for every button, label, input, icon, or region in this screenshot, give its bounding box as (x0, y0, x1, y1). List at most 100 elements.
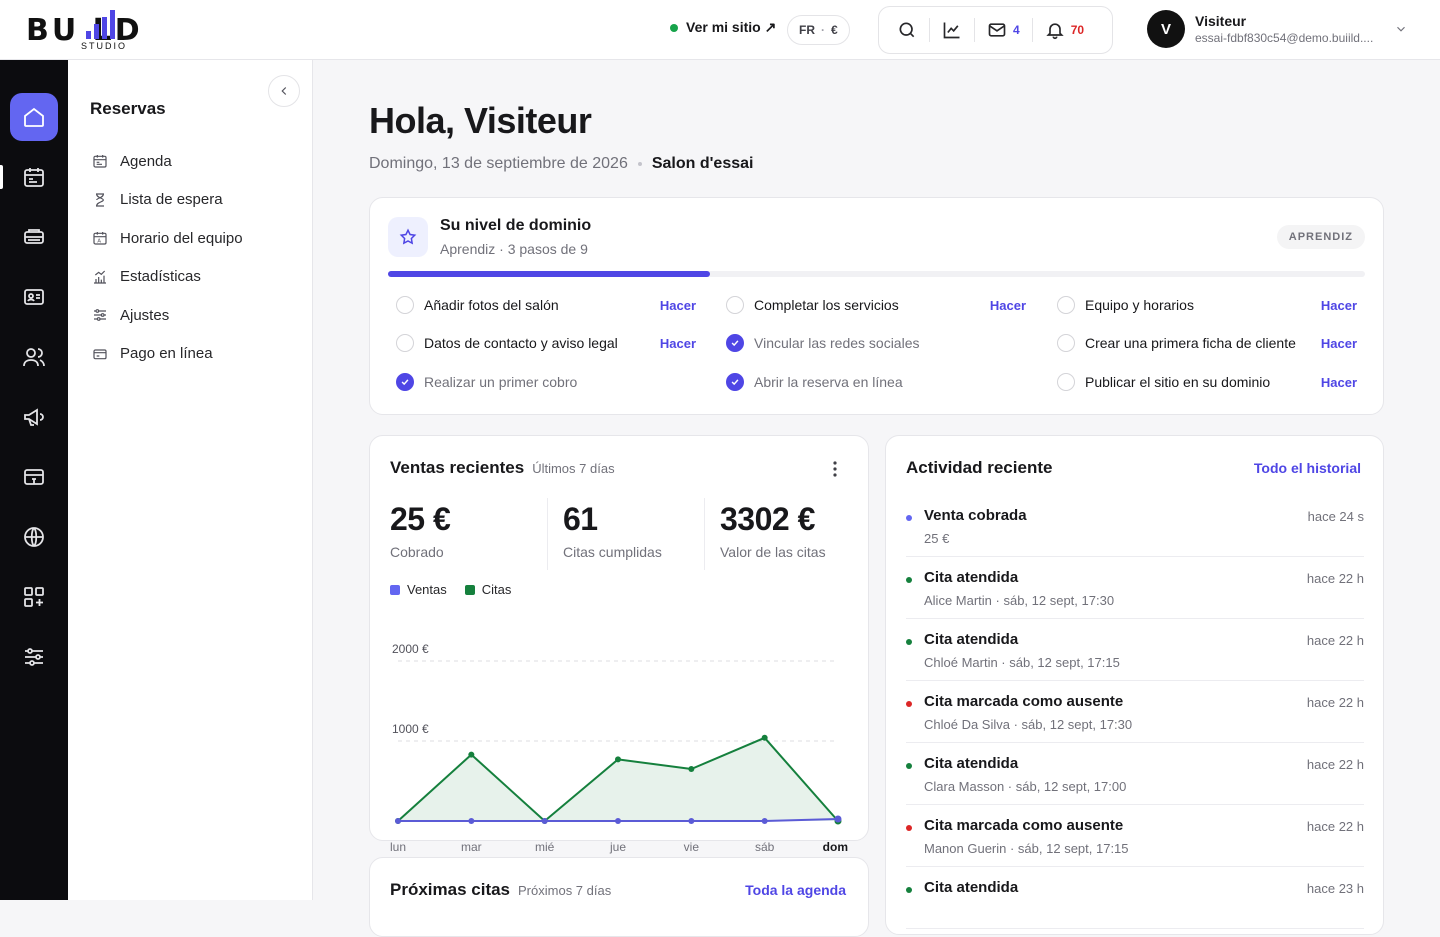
empty-circle-icon[interactable] (726, 296, 744, 314)
rail-home[interactable] (10, 93, 58, 141)
online-status-dot (670, 23, 678, 32)
x-tick-label: mar (461, 840, 482, 854)
chevron-left-icon (281, 87, 287, 95)
task-action-button[interactable]: Hacer (1321, 375, 1357, 390)
more-options-icon[interactable] (832, 460, 838, 478)
trend-chart-icon (943, 22, 960, 39)
user-menu[interactable]: V Visiteur essai-fdbf830c54@demo.buiild.… (1147, 10, 1385, 48)
task-label: Equipo y horarios (1085, 297, 1194, 313)
view-site-label: Ver mi sitio ↗ (686, 19, 777, 35)
rail-marketing[interactable] (10, 393, 58, 441)
legend-item-ventas[interactable]: Ventas (390, 582, 447, 597)
star-badge (388, 217, 428, 257)
empty-circle-icon[interactable] (1057, 373, 1075, 391)
task-action-button[interactable]: Hacer (660, 336, 696, 351)
rail-calendar[interactable] (10, 153, 58, 201)
empty-circle-icon[interactable] (1057, 296, 1075, 314)
activity-item[interactable]: Cita atendida Alice Martin · sáb, 12 sept… (906, 557, 1364, 619)
task-label: Datos de contacto y aviso legal (424, 335, 618, 351)
logo[interactable]: BU LD STUDIO (26, 9, 186, 51)
activity-title: Actividad reciente (906, 458, 1053, 477)
sidebar-item-statistics[interactable]: Estadísticas (92, 258, 292, 297)
view-site-link[interactable]: Ver mi sitio ↗ (670, 19, 776, 36)
rail-settings[interactable] (10, 633, 58, 681)
task-action-button[interactable]: Hacer (660, 298, 696, 313)
sidebar-item-label: Pago en línea (120, 345, 213, 363)
ventas-point (395, 818, 401, 824)
apps-icon (24, 587, 44, 607)
activity-item[interactable]: Cita marcada como ausente Manon Guerin · … (906, 805, 1364, 867)
sidebar-item-online-payment[interactable]: Pago en línea (92, 335, 292, 374)
task-label: Añadir fotos del salón (424, 297, 559, 313)
kpi-collected: 25 € Cobrado (390, 501, 451, 560)
task-action-button[interactable]: Hacer (990, 298, 1026, 313)
task-action-button[interactable]: Hacer (1321, 298, 1357, 313)
currency-symbol: € (831, 23, 838, 37)
search-button[interactable] (889, 13, 925, 47)
task-label: Realizar un primer cobro (424, 374, 578, 390)
activity-item[interactable]: Cita atendida Chloé Martin · sáb, 12 sept… (906, 619, 1364, 681)
checkmark-icon[interactable] (396, 373, 414, 391)
citas-area (398, 737, 838, 821)
activity-item[interactable]: Venta cobrada 25 € hace 24 s (906, 495, 1364, 557)
rail-contacts[interactable] (10, 273, 58, 321)
collapse-sidebar-button[interactable] (268, 75, 300, 107)
citas-point (761, 734, 768, 741)
task-label: Crear una primera ficha de cliente (1085, 335, 1296, 351)
messages-button[interactable]: 4 (979, 13, 1028, 47)
full-history-link[interactable]: Todo el historial (1254, 460, 1361, 476)
task-action-button[interactable]: Hacer (1321, 336, 1357, 351)
legend-item-citas[interactable]: Citas (464, 582, 511, 597)
onboarding-task: Abrir la reserva en línea (726, 370, 1026, 394)
activity-item[interactable]: Cita marcada como ausente Chloé Da Silva … (906, 681, 1364, 743)
language-currency-selector[interactable]: FR · € (787, 15, 850, 45)
kpi-value: 25 € (390, 501, 451, 537)
empty-circle-icon[interactable] (1057, 334, 1075, 352)
empty-circle-icon[interactable] (396, 334, 414, 352)
sidebar-item-label: Horario del equipo (120, 229, 243, 247)
search-icon (899, 22, 915, 38)
analytics-button[interactable] (934, 13, 970, 47)
team-calendar-icon: A (93, 232, 107, 245)
mastery-progress-fill (388, 271, 711, 277)
activity-item[interactable]: Cita atendida Clara Masson · sáb, 12 sept… (906, 743, 1364, 805)
ventas-point (688, 818, 695, 824)
sidebar-menu: Agenda Lista de espera A Horario del equ… (92, 142, 292, 373)
sidebar-item-settings[interactable]: Ajustes (92, 296, 292, 335)
divider (1031, 18, 1033, 42)
recent-sales-card: Ventas recientes Últimos 7 días 25 € Cobr… (369, 435, 869, 854)
checkmark-icon[interactable] (726, 334, 744, 352)
x-tick-label: sáb (755, 840, 775, 854)
ventas-point (834, 815, 842, 823)
sidebar-item-team-schedule[interactable]: A Horario del equipo (92, 219, 292, 258)
sales-period: Últimos 7 días (532, 461, 615, 476)
onboarding-task: Datos de contacto y aviso legal Hacer (396, 331, 696, 355)
sliders-icon (25, 648, 43, 666)
user-name: Visiteur (1195, 13, 1247, 29)
language-code: FR (799, 23, 815, 37)
rail-website[interactable] (10, 513, 58, 561)
rail-payments[interactable] (10, 453, 58, 501)
activity-list: Venta cobrada 25 € hace 24 s Cita atendida A… (906, 495, 1364, 929)
onboarding-task: Publicar el sitio en su dominio Hacer (1057, 370, 1357, 394)
sidebar-item-agenda[interactable]: Agenda (92, 142, 292, 181)
activity-detail: Manon Guerin · sáb, 12 sept, 17:15 (924, 841, 1129, 856)
kpi-appointments-value: 3302 € Valor de las citas (720, 501, 826, 560)
notifications-button[interactable]: 70 (1037, 13, 1092, 47)
kpi-label: Valor de las citas (720, 544, 826, 560)
rail-apps[interactable] (10, 573, 58, 621)
activity-title: Cita atendida (924, 631, 1019, 648)
chevron-down-icon[interactable] (1394, 22, 1408, 36)
contact-card-icon (24, 289, 44, 305)
y-tick-label: 2000 € (392, 642, 429, 656)
sidebar-item-waitlist[interactable]: Lista de espera (92, 181, 292, 220)
full-agenda-link[interactable]: Toda la agenda (745, 882, 846, 898)
activity-item[interactable]: Cita atendida hace 23 h (906, 867, 1364, 929)
empty-circle-icon[interactable] (396, 296, 414, 314)
rail-bookings[interactable] (10, 213, 58, 261)
rail-clients[interactable] (10, 333, 58, 381)
sales-title: Ventas recientes (390, 458, 525, 477)
citas-point (688, 766, 695, 772)
checkmark-icon[interactable] (726, 373, 744, 391)
upcoming-appointments-card: Próximas citas Próximos 7 días Toda la ag… (369, 857, 869, 937)
